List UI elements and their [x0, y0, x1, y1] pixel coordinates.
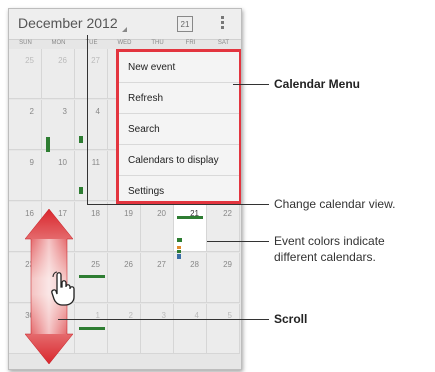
day-number: 26 [124, 260, 133, 269]
day-number: 27 [157, 260, 166, 269]
day-of-week-label: SUN [19, 40, 32, 46]
day-number: 2 [29, 107, 34, 116]
day-number: 20 [157, 209, 166, 218]
day-number: 4 [95, 107, 100, 116]
calendar-menu: New event Refresh Search Calendars to di… [116, 49, 241, 207]
day-cell[interactable]: 3 [141, 304, 174, 354]
day-number: 3 [62, 107, 67, 116]
calendar-header: December 2012 21 [9, 9, 241, 40]
today-icon[interactable]: 21 [177, 16, 193, 32]
menu-item-settings[interactable]: Settings [119, 176, 239, 207]
callout-change-view: Change calendar view. [274, 197, 396, 211]
day-cell[interactable]: 20 [141, 202, 174, 252]
day-number: 26 [58, 56, 67, 65]
menu-item-calendars-to-display[interactable]: Calendars to display [119, 145, 239, 176]
day-cell[interactable]: 27 [141, 253, 174, 303]
event-bar[interactable] [177, 216, 203, 219]
event-bar[interactable] [79, 187, 83, 194]
day-of-week-label: SAT [217, 40, 230, 46]
day-cell[interactable]: 4 [174, 304, 207, 354]
day-cell[interactable]: 10 [42, 151, 75, 201]
view-dropdown-icon[interactable] [122, 27, 127, 32]
hand-gesture-icon [51, 271, 75, 306]
event-bar[interactable] [177, 250, 181, 253]
callout-line-view [87, 35, 88, 204]
day-of-week-label: FRI [185, 40, 196, 46]
callout-calendar-menu: Calendar Menu [274, 77, 361, 91]
event-bar[interactable] [79, 327, 105, 330]
day-cell[interactable]: 21 [174, 202, 207, 252]
day-number: 19 [124, 209, 133, 218]
callout-event-colors-1: Event colors indicate [274, 234, 385, 248]
event-bar[interactable] [177, 246, 181, 249]
callout-line-menu [233, 84, 269, 85]
day-cell[interactable]: 25 [9, 49, 42, 99]
day-number: 22 [223, 209, 232, 218]
day-of-week-label: MON [51, 40, 66, 46]
callout-scroll: Scroll [274, 312, 308, 326]
month-title[interactable]: December 2012 [18, 15, 118, 31]
day-cell[interactable]: 27 [75, 49, 108, 99]
day-cell[interactable]: 18 [75, 202, 108, 252]
calendar-screen: December 2012 21 25262728293012345678910… [8, 8, 242, 370]
day-cell[interactable]: 9 [9, 151, 42, 201]
day-cell[interactable]: 5 [207, 304, 240, 354]
menu-item-refresh[interactable]: Refresh [119, 83, 239, 114]
callout-line-colors [207, 241, 269, 242]
day-cell[interactable]: 26 [42, 49, 75, 99]
day-number: 10 [58, 158, 67, 167]
day-of-week-label: THU [151, 40, 164, 46]
day-cell[interactable]: 2 [9, 100, 42, 150]
day-number: 11 [91, 158, 100, 167]
day-cell[interactable]: 26 [108, 253, 141, 303]
event-bar[interactable] [177, 238, 182, 242]
event-bar[interactable] [46, 137, 50, 152]
callout-line-scroll [58, 319, 269, 320]
event-bar[interactable] [79, 136, 83, 143]
day-cell[interactable]: 19 [108, 202, 141, 252]
day-number: 9 [29, 158, 34, 167]
day-cell[interactable]: 2 [108, 304, 141, 354]
callout-line-view-h [87, 204, 269, 205]
day-number: 25 [91, 260, 100, 269]
day-of-week-label: TUE [85, 40, 98, 46]
day-cell[interactable]: 28 [174, 253, 207, 303]
callout-event-colors-2: different calendars. [274, 250, 376, 264]
event-bar[interactable] [177, 254, 181, 259]
overflow-menu-icon[interactable] [221, 16, 225, 32]
menu-item-search[interactable]: Search [119, 114, 239, 145]
menu-item-new-event[interactable]: New event [119, 52, 239, 83]
day-number: 27 [91, 56, 100, 65]
day-cell[interactable]: 29 [207, 253, 240, 303]
day-number: 18 [91, 209, 100, 218]
day-of-week-label: WED [117, 40, 132, 46]
day-cell[interactable]: 22 [207, 202, 240, 252]
day-number: 25 [25, 56, 34, 65]
day-number: 28 [190, 260, 199, 269]
day-number: 29 [223, 260, 232, 269]
